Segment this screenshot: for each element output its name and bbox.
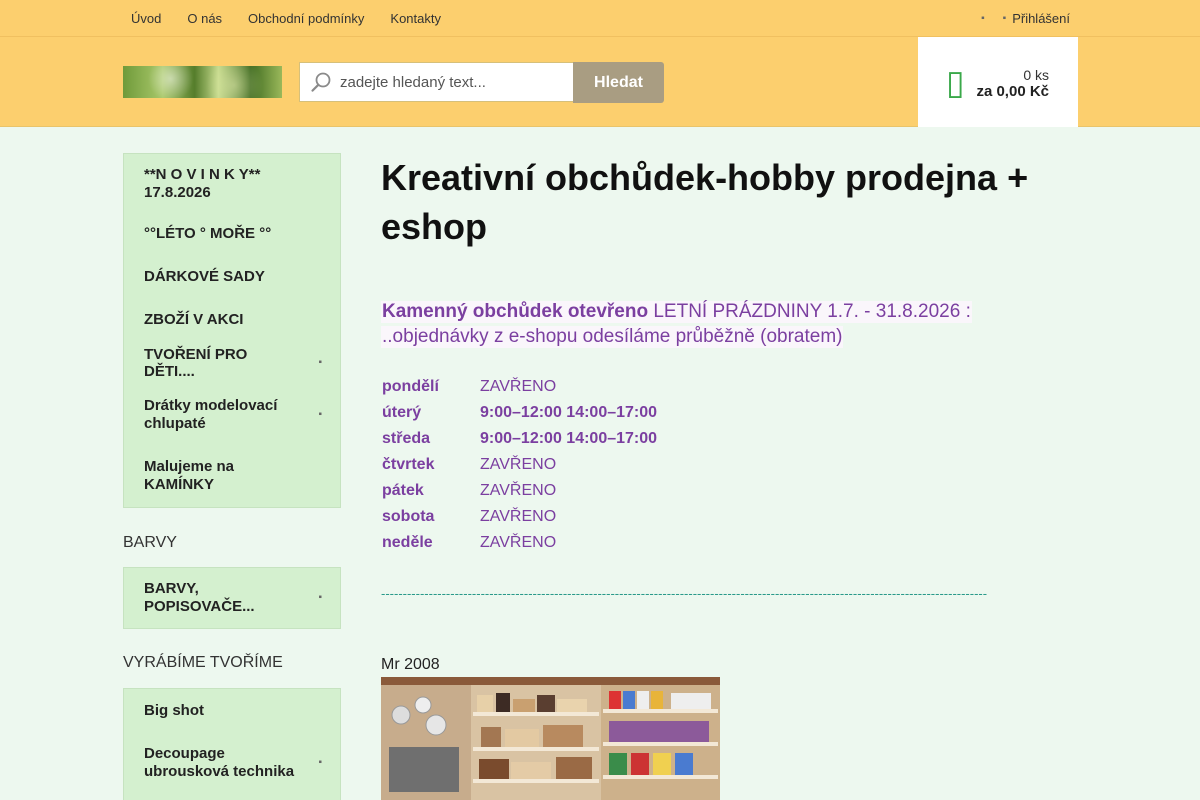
hours-row: čtvrtek ZAVŘENO [381, 452, 657, 478]
search-toggle-icon[interactable]: ▪ [981, 13, 985, 24]
sidebar-item-label: DÁRKOVÉ SADY [144, 268, 265, 285]
sidebar-item-label: **N O V I N K Y** 17.8.2026 [144, 166, 261, 201]
hours-day: středa [382, 430, 431, 447]
sidebar-heading-barvy: BARVY [123, 534, 177, 551]
hours-time: ZAVŘENO [480, 456, 557, 473]
sidebar-item-novinky[interactable]: **N O V I N K Y** 17.8.2026 [124, 154, 340, 212]
sidebar-item-label: Drátky modelovací chlupaté [144, 396, 278, 432]
top-right-tools: ▪ ▪ Přihlášení [981, 0, 1070, 36]
cart-total: za 0,00 Kč [976, 83, 1049, 100]
hours-time: ZAVŘENO [480, 378, 557, 395]
sidebar-item-label: BARVY, POPISOVAČE... [144, 580, 255, 615]
sidebar-item-label: Decoupage ubrousková technika [144, 745, 295, 780]
top-navigation: Úvod O nás Obchodní podmínky Kontakty [118, 0, 454, 36]
hours-day: sobota [382, 508, 435, 525]
opening-notice: Kamenný obchůdek otevřeno LETNÍ PRÁZDNIN… [381, 301, 972, 323]
chevron-right-icon: ▪ [318, 592, 322, 603]
hours-time: ZAVŘENO [480, 534, 557, 551]
sidebar-item-big-shot[interactable]: Big shot [124, 689, 340, 732]
hours-day: čtvrtek [382, 456, 435, 473]
sidebar-item-tvoreni-pro-deti[interactable]: TVOŘENÍ PRO DĚTI.... ▪ [124, 341, 340, 384]
search-box [299, 62, 574, 102]
hours-row: neděle ZAVŘENO [381, 530, 657, 556]
sidebar-item-darkove-sady[interactable]: DÁRKOVÉ SADY [124, 255, 340, 298]
sidebar-item-leto-more[interactable]: °°LÉTO ° MOŘE °° [124, 212, 340, 255]
hours-row: středa 9:00–12:00 14:00–17:00 [381, 426, 657, 452]
chevron-right-icon: ▪ [318, 757, 322, 768]
top-bar: Úvod O nás Obchodní podmínky Kontakty ▪ … [0, 0, 1200, 37]
sidebar-item-zbozi-v-akci[interactable]: ZBOŽÍ V AKCI [124, 298, 340, 341]
opening-notice-prefix: Kamenný obchůdek otevřeno [382, 301, 654, 322]
opening-notice-highlight: LETNÍ PRÁZDNINY 1.7. - 31.8.2026 : [653, 301, 971, 322]
sidebar-menu-main: **N O V I N K Y** 17.8.2026 °°LÉTO ° MOŘ… [123, 153, 341, 508]
nav-link-kontakty[interactable]: Kontakty [377, 11, 454, 26]
hours-row: úterý 9:00–12:00 14:00–17:00 [381, 400, 657, 426]
nav-link-uvod[interactable]: Úvod [118, 11, 174, 26]
chevron-right-icon: ▪ [318, 408, 322, 420]
sidebar-item-barvy-popisovace[interactable]: BARVY, POPISOVAČE... ▪ [124, 568, 340, 628]
opening-hours-table: pondělí ZAVŘENO úterý 9:00–12:00 14:00–1… [381, 374, 657, 556]
cart-count: 0 ks [1023, 67, 1049, 83]
dashed-divider: ----------------------------------------… [381, 586, 988, 600]
hours-day: pondělí [382, 378, 439, 395]
sidebar-item-decoupage[interactable]: Decoupage ubrousková technika ▪ [124, 732, 340, 794]
shop-shelves-image [381, 677, 720, 800]
hours-row: pondělí ZAVŘENO [381, 374, 657, 400]
photo-caption: Mr 2008 [381, 656, 440, 673]
shipping-notice: ..objednávky z e-shopu odesíláme průběžn… [381, 326, 844, 348]
sidebar-item-label: ZBOŽÍ V AKCI [144, 311, 244, 328]
sidebar-menu-barvy: BARVY, POPISOVAČE... ▪ [123, 567, 341, 629]
sidebar-item-label: Big shot [144, 702, 204, 719]
hours-time: 9:00–12:00 14:00–17:00 [480, 430, 658, 447]
site-logo[interactable] [123, 66, 282, 98]
hours-row: sobota ZAVŘENO [381, 504, 657, 530]
sidebar-item-label: °°LÉTO ° MOŘE °° [144, 225, 272, 242]
page-title: Kreativní obchůdek-hobby prodejna + esho… [381, 157, 1029, 247]
hours-time: ZAVŘENO [480, 482, 557, 499]
sidebar-item-label: Malujeme na KAMÍNKY [144, 458, 235, 493]
hours-day: úterý [382, 404, 422, 421]
shop-interior-photo [381, 677, 720, 800]
sidebar-menu-vyrabime: Big shot Decoupage ubrousková technika ▪ [123, 688, 341, 800]
lock-icon: ▪ [1002, 12, 1007, 24]
hours-time: 9:00–12:00 14:00–17:00 [480, 404, 658, 421]
hours-day: neděle [382, 534, 433, 551]
sidebar-item-dratky-modelovaci[interactable]: Drátky modelovací chlupaté ▪ [124, 384, 340, 445]
search-input[interactable] [340, 63, 570, 101]
login-link[interactable]: Přihlášení [1012, 11, 1070, 26]
site-header: Hledat ▯ 0 ks za 0,00 Kč [0, 37, 1200, 127]
cart-widget[interactable]: ▯ 0 ks za 0,00 Kč [918, 37, 1078, 127]
hours-day: pátek [382, 482, 424, 499]
search-button[interactable]: Hledat [573, 62, 664, 103]
hours-time: ZAVŘENO [480, 508, 557, 525]
nav-link-obchodni-podminky[interactable]: Obchodní podmínky [235, 11, 377, 26]
hours-row: pátek ZAVŘENO [381, 478, 657, 504]
sidebar-item-malujeme-na-kaminky[interactable]: Malujeme na KAMÍNKY [124, 445, 340, 507]
sidebar-heading-vyrabime-tvorime: VYRÁBÍME TVOŘÍME [123, 654, 283, 671]
nav-link-o-nas[interactable]: O nás [174, 11, 235, 26]
sidebar-item-label: TVOŘENÍ PRO DĚTI.... [144, 345, 248, 380]
magnifier-icon [311, 72, 331, 92]
shopping-cart-icon: ▯ [946, 63, 965, 103]
chevron-right-icon: ▪ [318, 357, 322, 368]
